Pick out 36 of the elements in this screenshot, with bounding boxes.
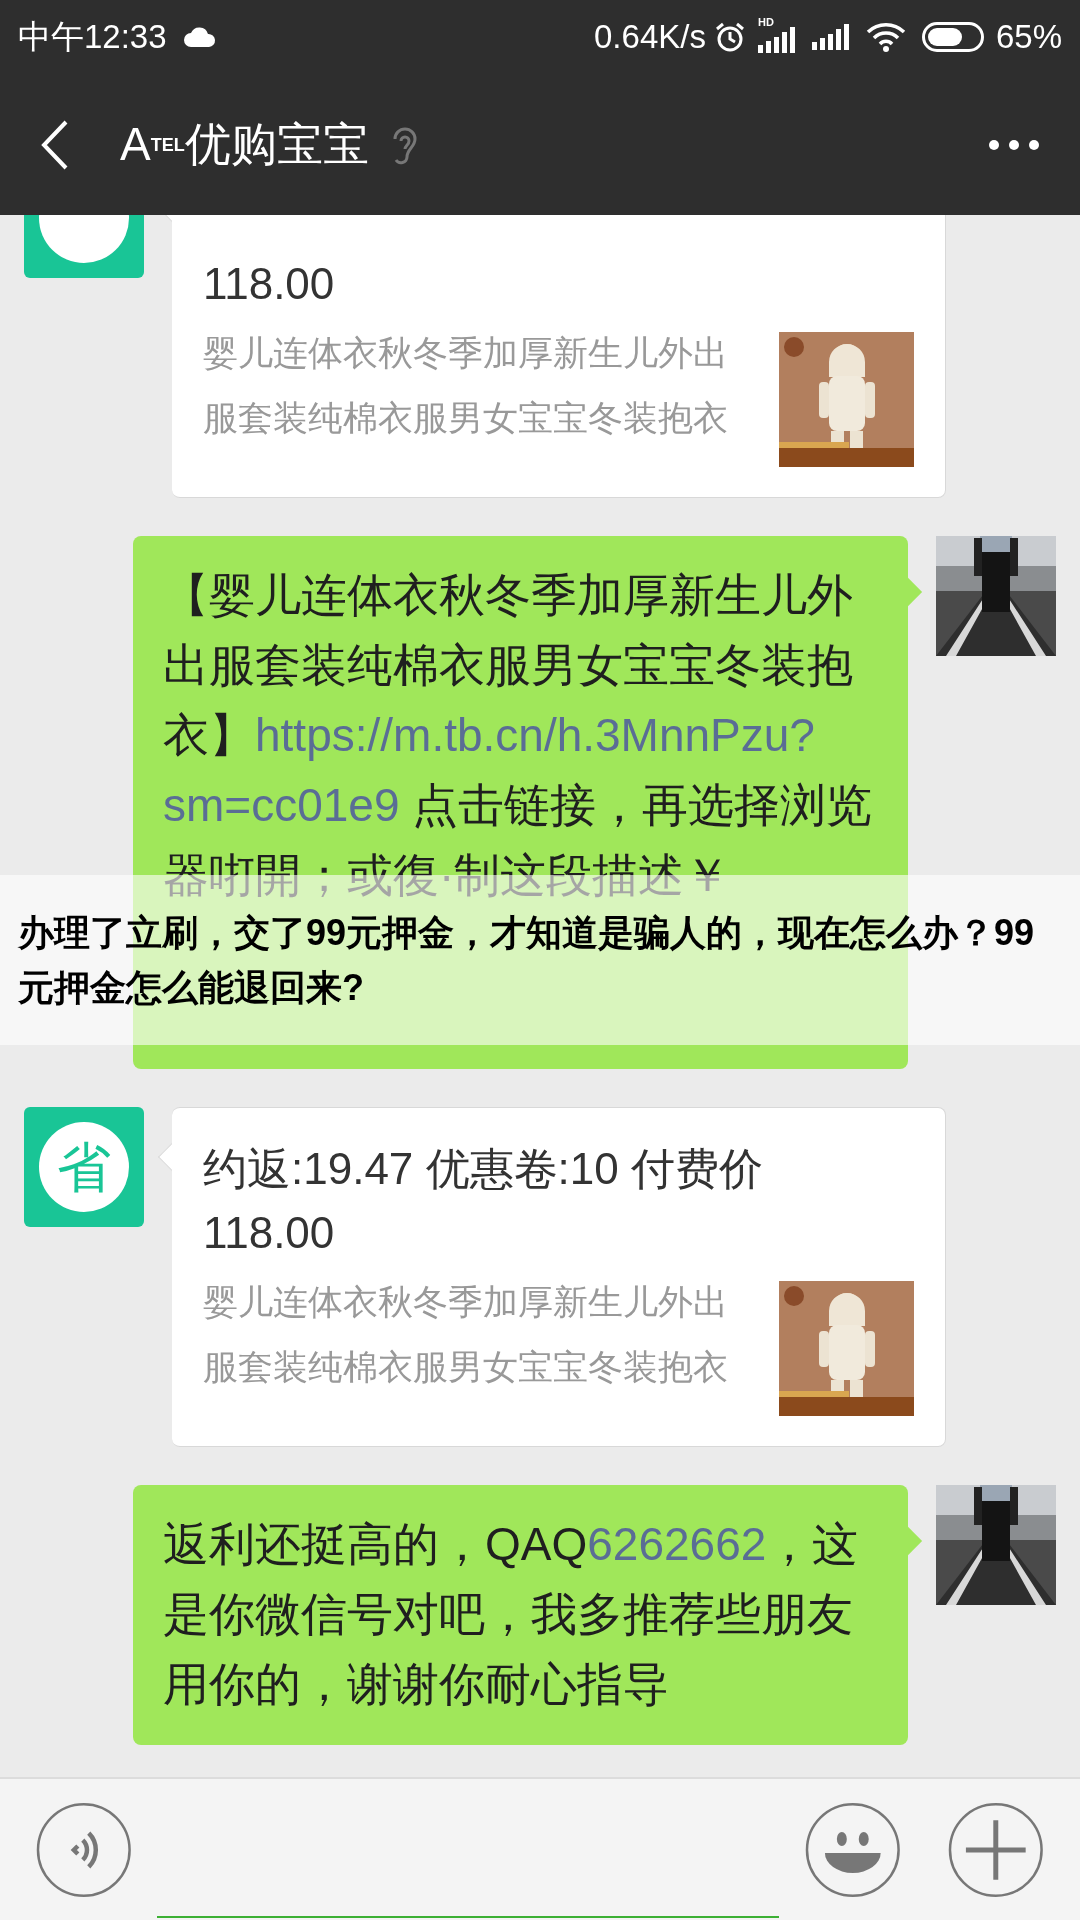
link-card[interactable]: 118.00 婴儿连体衣秋冬季加厚新生儿外出服套装纯棉衣服男女宝宝冬装抱衣 (172, 215, 946, 498)
voice-icon[interactable] (36, 1801, 132, 1898)
message-link[interactable]: 6262662 (587, 1518, 767, 1570)
message-line: 出服套装纯棉衣服男女宝宝冬装抱 (163, 638, 854, 693)
card-title: 约返:19.47 优惠卷:10 付费价 (203, 1143, 764, 1195)
card-title: 118.00 (203, 258, 336, 310)
message-link[interactable]: https://m.tb.cn/h.3MnnPzu? (255, 709, 815, 761)
article-headline: 办理了立刷，交了99元押金，才知道是骗人的，现在怎么办？99元押金怎么能退回来? (18, 911, 1036, 1010)
message-link[interactable]: sm=cc01e9 (163, 779, 400, 831)
back-icon[interactable] (40, 118, 70, 171)
message-line: 用你的，谢谢你耐心指导 (163, 1657, 670, 1712)
status-time: 中午12:33 (18, 17, 167, 58)
message-line: 是你微信号对吧，我多推荐些朋友 (163, 1587, 854, 1642)
card-description: 婴儿连体衣秋冬季加厚新生儿外出服套装纯棉衣服男女宝宝冬装抱衣 (203, 332, 729, 439)
avatar-glyph: 省 (57, 1140, 111, 1194)
wifi-icon (865, 22, 906, 52)
hd-label: HD (757, 17, 774, 28)
chat-title: A$^{TEL}$优购宝宝 (120, 117, 369, 172)
signal-icon (811, 24, 850, 50)
signal-icon (757, 27, 796, 53)
card-description: 婴儿连体衣秋冬季加厚新生儿外出服套装纯棉衣服男女宝宝冬装抱衣 (203, 1281, 729, 1388)
more-icon[interactable] (988, 138, 1040, 151)
avatar[interactable]: 省 (24, 1107, 144, 1227)
cloud-icon (182, 26, 217, 48)
add-icon[interactable] (948, 1801, 1044, 1898)
message-line: sm=cc01e9 点击链接，再选择浏览 (163, 778, 874, 833)
alarm-icon (713, 21, 746, 53)
message-line: 衣】https://m.tb.cn/h.3MnnPzu? (163, 708, 816, 763)
card-title: 118.00 (203, 1207, 336, 1259)
message-line: 【婴儿连体衣秋冬季加厚新生儿外 (163, 568, 854, 623)
battery-icon (921, 22, 984, 52)
link-card[interactable]: 约返:19.47 优惠卷:10 付费价 118.00 婴儿连体衣秋冬季加厚新生儿外出服套装纯棉衣服男女宝宝冬装抱衣 (172, 1107, 946, 1447)
network-speed: 0.64K/s (594, 17, 706, 58)
battery-percent: 65% (995, 17, 1062, 58)
emoji-icon[interactable] (804, 1801, 901, 1898)
message-line: 返利还挺高的，QAQ6262662，这 (163, 1517, 860, 1572)
